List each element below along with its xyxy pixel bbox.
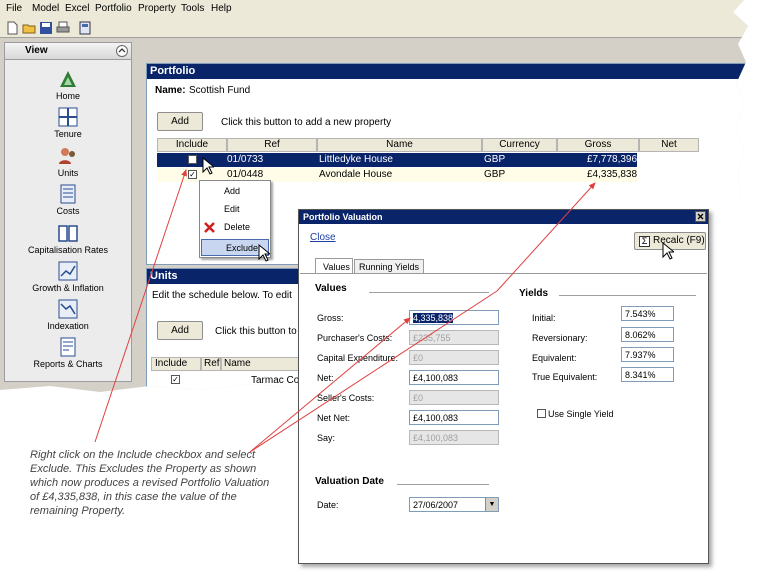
arrow-to-valuation xyxy=(249,317,411,453)
arrow-to-gross xyxy=(496,182,596,292)
annotation-arrows xyxy=(94,169,596,453)
arrow-connector xyxy=(249,290,498,453)
arrow-to-checkbox xyxy=(94,169,187,443)
